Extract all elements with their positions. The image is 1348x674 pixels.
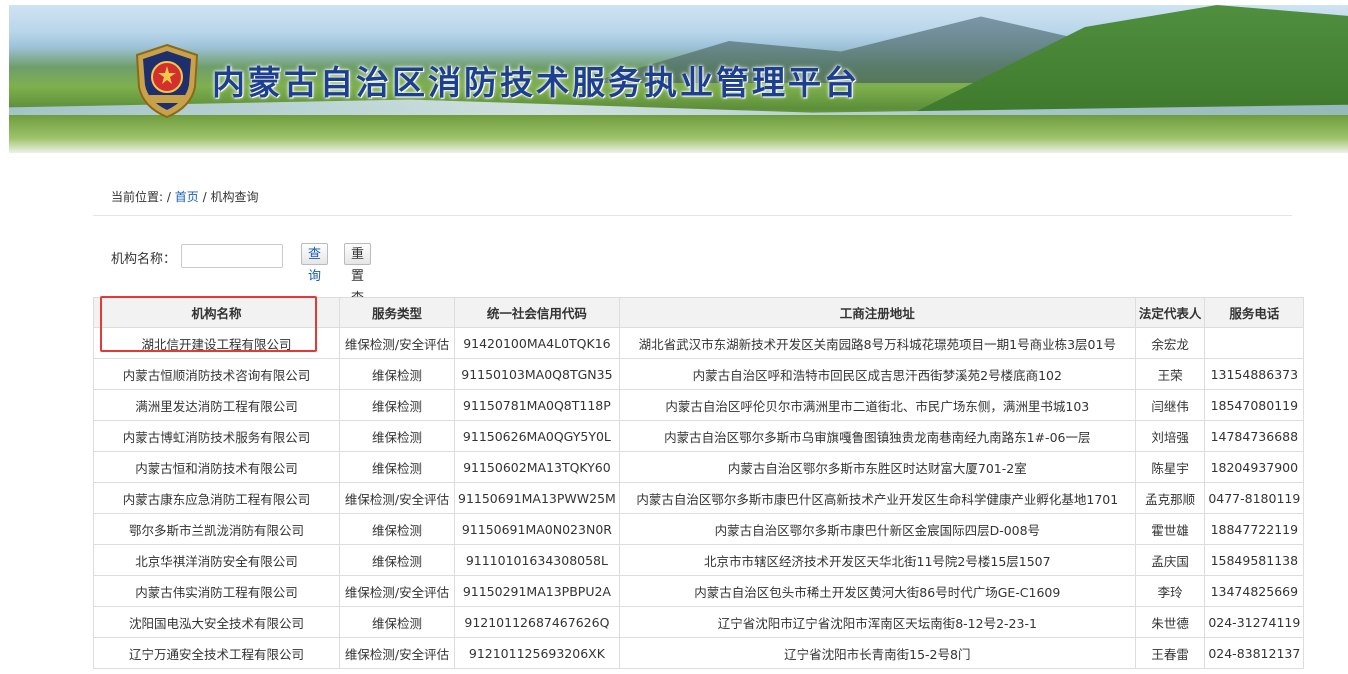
col-address-cell: 内蒙古自治区鄂尔多斯市乌审旗嘎鲁图镇独贵龙南巷南经九南路东1#-06一层	[618, 420, 1136, 452]
col-service-type-cell: 维保检测	[339, 451, 455, 483]
col-legal-rep-cell: 李玲	[1134, 575, 1206, 607]
col-legal-rep-cell: 王春雷	[1134, 637, 1206, 669]
table-row[interactable]: 鄂尔多斯市兰凯泷消防有限公司 维保检测 91150691MA0N023N0R 内蒙古自…	[93, 513, 1305, 545]
col-phone-header: 服务电话	[1204, 297, 1305, 328]
table-row[interactable]: 沈阳国电泓大安全技术有限公司 维保检测 91210112687467626Q 辽宁省沈…	[93, 606, 1305, 638]
table-row[interactable]: 湖北信开建设工程有限公司 维保检测/安全评估 91420100MA4L0TQK16 湖…	[93, 327, 1305, 359]
col-phone-cell: 18204937900	[1204, 451, 1305, 483]
col-service-type-cell: 维保检测	[339, 389, 455, 421]
col-service-type-cell: 维保检测	[339, 513, 455, 545]
col-service-type-cell: 维保检测	[339, 544, 455, 576]
reset-query-button[interactable]: 重置查询	[344, 243, 372, 328]
table-row[interactable]: 内蒙古伟实消防工程有限公司 维保检测/安全评估 91150291MA13PBPU2A…	[93, 575, 1305, 607]
table-row[interactable]: 内蒙古康东应急消防工程有限公司 维保检测/安全评估 91150691MA13PWW2…	[93, 482, 1305, 514]
col-service-type-cell: 维保检测	[339, 420, 455, 452]
col-legal-rep-cell: 孟克那顺	[1134, 482, 1206, 514]
col-service-type-cell: 维保检测	[339, 358, 455, 390]
col-credit-code-cell: 91420100MA4L0TQK16	[454, 327, 620, 359]
col-service-type-header: 服务类型	[339, 297, 455, 328]
col-phone-cell: 18547080119	[1204, 389, 1305, 421]
col-credit-code-cell: 91150602MA13TQKY60	[454, 451, 620, 483]
col-org-name-cell: 满洲里发达消防工程有限公司	[93, 389, 340, 421]
breadcrumb-prefix: 当前位置: /	[111, 190, 171, 204]
col-legal-rep-cell: 霍世雄	[1134, 513, 1206, 545]
col-address-cell: 内蒙古自治区呼伦贝尔市满洲里市二道街北、市民广场东侧，满洲里书城103	[618, 389, 1136, 421]
col-credit-code-header: 统一社会信用代码	[454, 297, 620, 328]
col-phone-cell: 13474825669	[1204, 575, 1305, 607]
col-org-name-cell: 辽宁万通安全技术工程有限公司	[93, 637, 340, 669]
col-credit-code-cell: 91150626MA0QGY5Y0L	[454, 420, 620, 452]
col-legal-rep-cell: 陈星宇	[1134, 451, 1206, 483]
col-address-header: 工商注册地址	[618, 297, 1136, 328]
query-button[interactable]: 查询	[301, 243, 329, 284]
table-row[interactable]: 北京华祺洋消防安全有限公司 维保检测 91110101634308058L 北京市市辖…	[93, 544, 1305, 576]
col-phone-cell: 0477-8180119	[1204, 482, 1305, 514]
table-row[interactable]: 内蒙古恒和消防技术有限公司 维保检测 91150602MA13TQKY60 内蒙古自治…	[93, 451, 1305, 483]
col-address-cell: 内蒙古自治区鄂尔多斯市康巴什区高新技术产业开发区生命科学健康产业孵化基地1701	[618, 482, 1136, 514]
col-credit-code-cell: 91150291MA13PBPU2A	[454, 575, 620, 607]
col-service-type-cell: 维保检测/安全评估	[339, 327, 455, 359]
col-org-name-cell: 湖北信开建设工程有限公司	[93, 327, 340, 359]
col-address-cell: 内蒙古自治区鄂尔多斯市康巴什新区金宸国际四层D-008号	[618, 513, 1136, 545]
col-legal-rep-cell: 朱世德	[1134, 606, 1206, 638]
col-credit-code-cell: 91150781MA0Q8T118P	[454, 389, 620, 421]
col-phone-cell	[1204, 327, 1305, 359]
col-service-type-cell: 维保检测/安全评估	[339, 637, 455, 669]
col-address-cell: 内蒙古自治区鄂尔多斯市东胜区时达财富大厦701-2室	[618, 451, 1136, 483]
col-service-type-cell: 维保检测/安全评估	[339, 482, 455, 514]
col-credit-code-cell: 91150103MA0Q8TGN35	[454, 358, 620, 390]
col-credit-code-cell: 91110101634308058L	[454, 544, 620, 576]
org-table: 机构名称 服务类型 统一社会信用代码 工商注册地址 法定代表人 服务电话 湖北信开建设工程…	[93, 297, 1305, 669]
col-legal-rep-cell: 刘培强	[1134, 420, 1206, 452]
col-legal-rep-header: 法定代表人	[1134, 297, 1206, 328]
org-name-label: 机构名称：	[111, 252, 177, 267]
col-credit-code-cell: 91210112687467626Q	[454, 606, 620, 638]
col-org-name-cell: 沈阳国电泓大安全技术有限公司	[93, 606, 340, 638]
fire-rescue-emblem-icon	[135, 43, 199, 119]
platform-title: 内蒙古自治区消防技术服务执业管理平台	[212, 63, 860, 102]
col-phone-cell: 024-31274119	[1204, 606, 1305, 638]
col-legal-rep-cell: 闫继伟	[1134, 389, 1206, 421]
col-address-cell: 北京市市辖区经济技术开发区天华北街11号院2号楼15层1507	[618, 544, 1136, 576]
col-phone-cell: 13154886373	[1204, 358, 1305, 390]
col-credit-code-cell: 91150691MA0N023N0R	[454, 513, 620, 545]
col-phone-cell: 18847722119	[1204, 513, 1305, 545]
org-name-input[interactable]	[181, 244, 283, 268]
breadcrumb: 当前位置: / 首页 / 机构查询	[111, 188, 258, 205]
col-address-cell: 湖北省武汉市东湖新技术开发区关南园路8号万科城花璟苑项目一期1号商业栋3层01号	[618, 327, 1136, 359]
table-row[interactable]: 内蒙古博虹消防技术服务有限公司 维保检测 91150626MA0QGY5Y0L 内蒙古…	[93, 420, 1305, 452]
col-legal-rep-cell: 余宏龙	[1134, 327, 1206, 359]
col-address-cell: 内蒙古自治区包头市稀土开发区黄河大街86号时代广场GE-C1609	[618, 575, 1136, 607]
col-org-name-cell: 内蒙古康东应急消防工程有限公司	[93, 482, 340, 514]
breadcrumb-current: 机构查询	[210, 190, 259, 204]
col-credit-code-cell: 912101125693206XK	[454, 637, 620, 669]
col-phone-cell: 14784736688	[1204, 420, 1305, 452]
col-address-cell: 内蒙古自治区呼和浩特市回民区成吉思汗西街梦溪苑2号楼底商102	[618, 358, 1136, 390]
col-legal-rep-cell: 孟庆国	[1134, 544, 1206, 576]
col-org-name-cell: 内蒙古伟实消防工程有限公司	[93, 575, 340, 607]
col-phone-cell: 024-83812137	[1204, 637, 1305, 669]
col-service-type-cell: 维保检测	[339, 606, 455, 638]
col-address-cell: 辽宁省沈阳市辽宁省沈阳市浑南区天坛南街8-12号2-23-1	[618, 606, 1136, 638]
table-row[interactable]: 内蒙古恒顺消防技术咨询有限公司 维保检测 91150103MA0Q8TGN35 内蒙古…	[93, 358, 1305, 390]
divider	[93, 215, 1292, 216]
col-org-name-cell: 内蒙古博虹消防技术服务有限公司	[93, 420, 340, 452]
col-legal-rep-cell: 王荣	[1134, 358, 1206, 390]
col-phone-cell: 15849581138	[1204, 544, 1305, 576]
col-org-name-cell: 内蒙古恒顺消防技术咨询有限公司	[93, 358, 340, 390]
table-row[interactable]: 辽宁万通安全技术工程有限公司 维保检测/安全评估 912101125693206XK…	[93, 637, 1305, 669]
col-org-name-cell: 内蒙古恒和消防技术有限公司	[93, 451, 340, 483]
col-org-name-cell: 鄂尔多斯市兰凯泷消防有限公司	[93, 513, 340, 545]
table-row[interactable]: 满洲里发达消防工程有限公司 维保检测 91150781MA0Q8T118P 内蒙古自治…	[93, 389, 1305, 421]
col-org-name-header: 机构名称	[93, 297, 340, 328]
col-org-name-cell: 北京华祺洋消防安全有限公司	[93, 544, 340, 576]
breadcrumb-separator: /	[202, 190, 207, 204]
col-address-cell: 辽宁省沈阳市长青南街15-2号8门	[618, 637, 1136, 669]
banner-grassland	[9, 115, 1348, 153]
table-body: 湖北信开建设工程有限公司 维保检测/安全评估 91420100MA4L0TQK16 湖…	[93, 327, 1305, 669]
col-service-type-cell: 维保检测/安全评估	[339, 575, 455, 607]
col-credit-code-cell: 91150691MA13PWW25M	[454, 482, 620, 514]
table-header-row: 机构名称 服务类型 统一社会信用代码 工商注册地址 法定代表人 服务电话	[93, 297, 1305, 328]
breadcrumb-home-link[interactable]: 首页	[175, 190, 199, 204]
